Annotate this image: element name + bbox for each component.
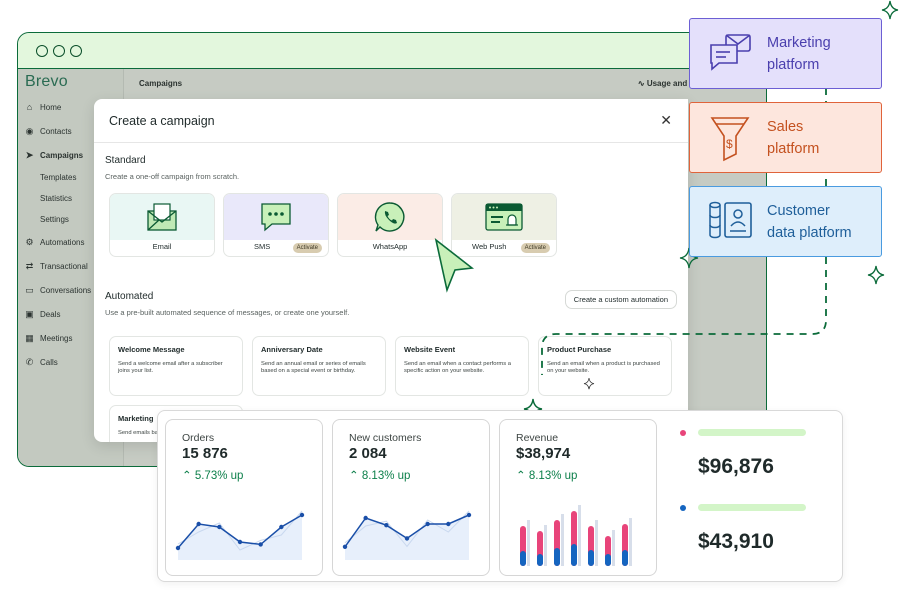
chart-point: [196, 521, 201, 527]
bar-shadow: [561, 514, 564, 566]
badge-line1: Customer: [767, 202, 830, 219]
sparkle-icon: [583, 377, 595, 390]
svg-text:$: $: [726, 137, 733, 151]
delta-text: 8.13% up: [361, 470, 411, 482]
stat-delta: ⌃ 8.13% up: [349, 468, 489, 482]
chart-area: [178, 515, 302, 560]
new-customers-card[interactable]: New customers 2 084 ⌃ 8.13% up: [332, 419, 490, 576]
delta-text: 5.73% up: [194, 470, 244, 482]
marketing-platform-badge[interactable]: Marketing platform: [689, 18, 882, 89]
revenue-card[interactable]: Revenue $38,974 ⌃ 8.13% up: [499, 419, 657, 576]
up-arrow-icon: ⌃: [349, 470, 359, 482]
legend-dot: [680, 505, 686, 511]
total-value: $96,876: [698, 455, 774, 478]
orders-card[interactable]: Orders 15 876 ⌃ 5.73% up: [165, 419, 323, 576]
revenue-bar-chart: [520, 505, 632, 566]
chart-point: [466, 512, 472, 518]
badge-line2: platform: [767, 140, 820, 157]
revenue-bar-blue: [605, 554, 611, 566]
marketing-chat-icon: [710, 34, 751, 71]
total-value: $43,910: [698, 530, 774, 553]
customer-data-platform-badge[interactable]: Customer data platform: [689, 186, 882, 257]
customers-line-chart: [342, 510, 472, 560]
chart-point: [404, 536, 410, 541]
bar-shadow: [544, 525, 547, 566]
orders-line-chart: [175, 510, 305, 560]
cursor-icon: [434, 238, 475, 293]
stat-label: New customers: [349, 432, 422, 444]
sales-platform-badge[interactable]: $ Sales platform: [689, 102, 882, 173]
up-arrow-icon: ⌃: [182, 470, 192, 482]
chart-point: [258, 542, 263, 547]
stat-value: 15 876: [182, 445, 228, 462]
chart-point: [175, 545, 181, 551]
legend-dot: [680, 430, 686, 436]
revenue-bar-blue: [588, 550, 594, 566]
sparkle-icon: [881, 0, 899, 20]
badge-text: Customer data platform: [767, 200, 852, 244]
chart-point: [237, 539, 243, 545]
stat-value: $38,974: [516, 445, 571, 462]
placeholder-bar: [698, 504, 806, 511]
revenue-bar-blue: [571, 544, 577, 566]
bar-shadow: [629, 518, 632, 566]
revenue-bar-blue: [622, 550, 628, 566]
stage: Brevo ⌂ Home ◉ Contacts ➤ Campaigns Templates S…: [0, 0, 900, 600]
stat-value: 2 084: [349, 445, 387, 462]
bar-shadow: [612, 530, 615, 566]
sparkle-icon: [867, 265, 885, 285]
bar-shadow: [527, 520, 530, 566]
dashboard-panel: Orders 15 876 ⌃ 5.73% up New customers 2…: [157, 410, 843, 582]
chart-point: [363, 515, 368, 521]
delta-text: 8.13% up: [528, 470, 578, 482]
sales-funnel-icon: $: [710, 117, 750, 162]
revenue-bar-blue: [554, 548, 560, 566]
badge-text: Sales platform: [767, 116, 819, 160]
bar-shadow: [595, 520, 598, 566]
revenue-bar-blue: [520, 551, 526, 566]
chart-point: [279, 524, 284, 530]
stat-label: Orders: [182, 432, 215, 444]
placeholder-bar: [698, 429, 806, 436]
chart-point: [425, 521, 430, 527]
revenue-bar-blue: [537, 554, 543, 566]
bar-shadow: [578, 505, 581, 566]
customer-data-icon: [709, 201, 752, 239]
chart-point: [342, 544, 348, 549]
badge-line1: Marketing: [767, 34, 831, 51]
stat-label: Revenue: [516, 432, 559, 444]
chart-point: [384, 523, 389, 528]
badge-text: Marketing platform: [767, 32, 831, 76]
badge-line1: Sales: [767, 118, 804, 135]
chart-point: [217, 524, 222, 530]
badge-line2: data platform: [767, 224, 852, 241]
up-arrow-icon: ⌃: [516, 470, 526, 482]
chart-point: [299, 512, 305, 518]
chart-point: [446, 521, 451, 527]
stat-delta: ⌃ 5.73% up: [182, 468, 322, 482]
badge-line2: platform: [767, 56, 820, 73]
stat-delta: ⌃ 8.13% up: [516, 468, 656, 482]
